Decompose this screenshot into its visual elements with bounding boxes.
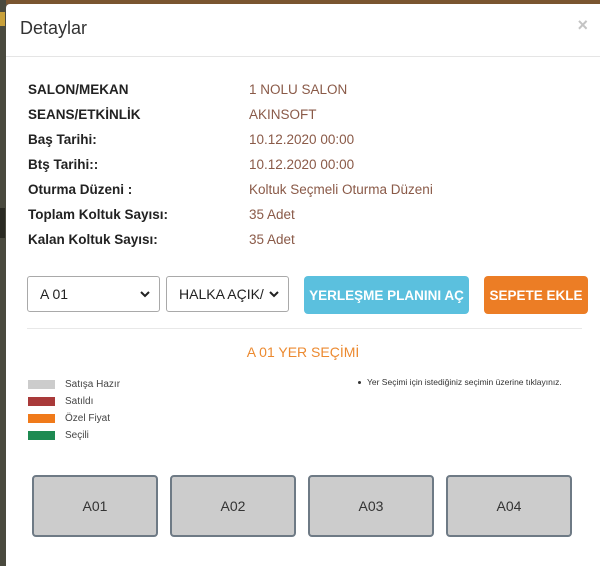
section-select[interactable]: HALKA AÇIK/ (166, 276, 289, 312)
detail-value: 35 Adet (249, 207, 295, 222)
selection-title: A 01 YER SEÇİMİ (246, 344, 360, 360)
legend-swatch (28, 431, 55, 440)
detail-row: Baş Tarihi: 10.12.2020 00:00 (28, 130, 433, 155)
detail-value: 1 NOLU SALON (249, 82, 348, 97)
detail-label: Btş Tarihi:: (28, 157, 99, 172)
detail-value: 35 Adet (249, 232, 295, 247)
seat-select-value: A 01 (40, 286, 69, 302)
legend-item: Seçili (28, 427, 120, 444)
detail-row: Btş Tarihi:: 10.12.2020 00:00 (28, 155, 433, 180)
section-select-value: HALKA AÇIK/ (179, 286, 264, 302)
detail-row: SALON/MEKAN 1 NOLU SALON (28, 80, 433, 105)
detail-label: Baş Tarihi: (28, 132, 97, 147)
legend-label: Satışa Hazır (65, 379, 121, 390)
modal-header: Detaylar × (6, 4, 600, 57)
seat-button[interactable]: A03 (308, 475, 434, 537)
legend-item: Satışa Hazır (28, 376, 120, 393)
details-table: SALON/MEKAN 1 NOLU SALON SEANS/ETKİNLİK … (28, 80, 433, 255)
detail-row: SEANS/ETKİNLİK AKINSOFT (28, 105, 433, 130)
legend-item: Satıldı (28, 393, 120, 410)
detail-label: SEANS/ETKİNLİK (28, 107, 141, 122)
backdrop-mark (0, 208, 5, 238)
legend-swatch (28, 397, 55, 406)
seat-button[interactable]: A02 (170, 475, 296, 537)
seat-select[interactable]: A 01 (27, 276, 160, 312)
seat-button[interactable]: A04 (446, 475, 572, 537)
detail-value: AKINSOFT (249, 107, 317, 122)
legend-item: Özel Fiyat (28, 410, 120, 427)
detail-value: Koltuk Seçmeli Oturma Düzeni (249, 182, 433, 197)
bullet-icon (358, 380, 361, 384)
legend-label: Seçili (65, 430, 89, 441)
close-icon[interactable]: × (577, 16, 588, 34)
legend-label: Özel Fiyat (65, 413, 111, 424)
detail-row: Kalan Koltuk Sayısı: 35 Adet (28, 230, 433, 255)
legend: Satışa Hazır Satıldı Özel Fiyat Seçili (28, 376, 120, 444)
open-seating-plan-button[interactable]: YERLEŞME PLANINI AÇ (304, 276, 469, 314)
controls-bar: A 01 HALKA AÇIK/ YERLEŞME PLANINI AÇ SEP… (27, 276, 590, 314)
divider (27, 328, 582, 329)
chevron-down-icon (269, 291, 279, 298)
seat-button[interactable]: A01 (32, 475, 158, 537)
selection-hint: Yer Seçimi için istediğiniz seçimin üzer… (358, 377, 562, 387)
detail-value: 10.12.2020 00:00 (249, 157, 355, 172)
backdrop-mark (0, 12, 5, 26)
details-modal: Detaylar × SALON/MEKAN 1 NOLU SALON SEAN… (6, 4, 600, 566)
detail-row: Toplam Koltuk Sayısı: 35 Adet (28, 205, 433, 230)
chevron-down-icon (140, 291, 150, 298)
hint-text: Yer Seçimi için istediğiniz seçimin üzer… (367, 377, 562, 387)
detail-label: Toplam Koltuk Sayısı: (28, 207, 169, 222)
detail-label: SALON/MEKAN (28, 82, 129, 97)
detail-label: Kalan Koltuk Sayısı: (28, 232, 158, 247)
detail-row: Oturma Düzeni : Koltuk Seçmeli Oturma Dü… (28, 180, 433, 205)
modal-title: Detaylar (20, 18, 88, 38)
detail-value: 10.12.2020 00:00 (249, 132, 355, 147)
add-to-cart-button[interactable]: SEPETE EKLE (484, 276, 588, 314)
detail-label: Oturma Düzeni : (28, 182, 133, 197)
legend-swatch (28, 380, 55, 389)
legend-swatch (28, 414, 55, 423)
legend-label: Satıldı (65, 396, 94, 407)
